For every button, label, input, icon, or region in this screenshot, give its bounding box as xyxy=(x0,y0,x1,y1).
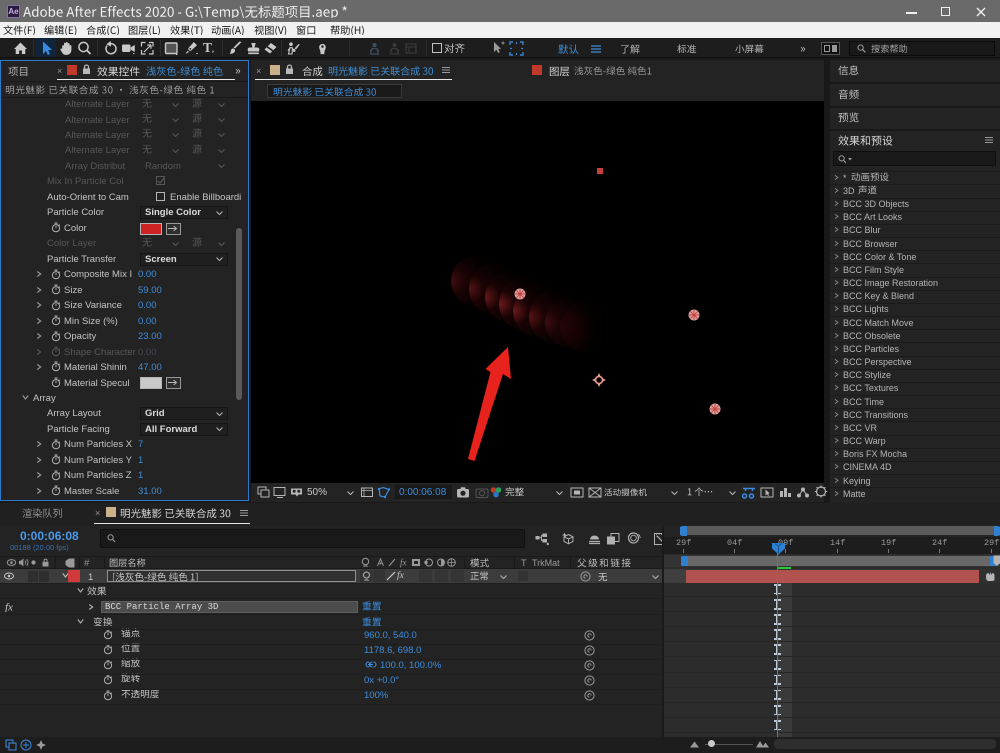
svg-text:fx: fx xyxy=(5,602,13,613)
svg-text:fx: fx xyxy=(400,558,407,568)
